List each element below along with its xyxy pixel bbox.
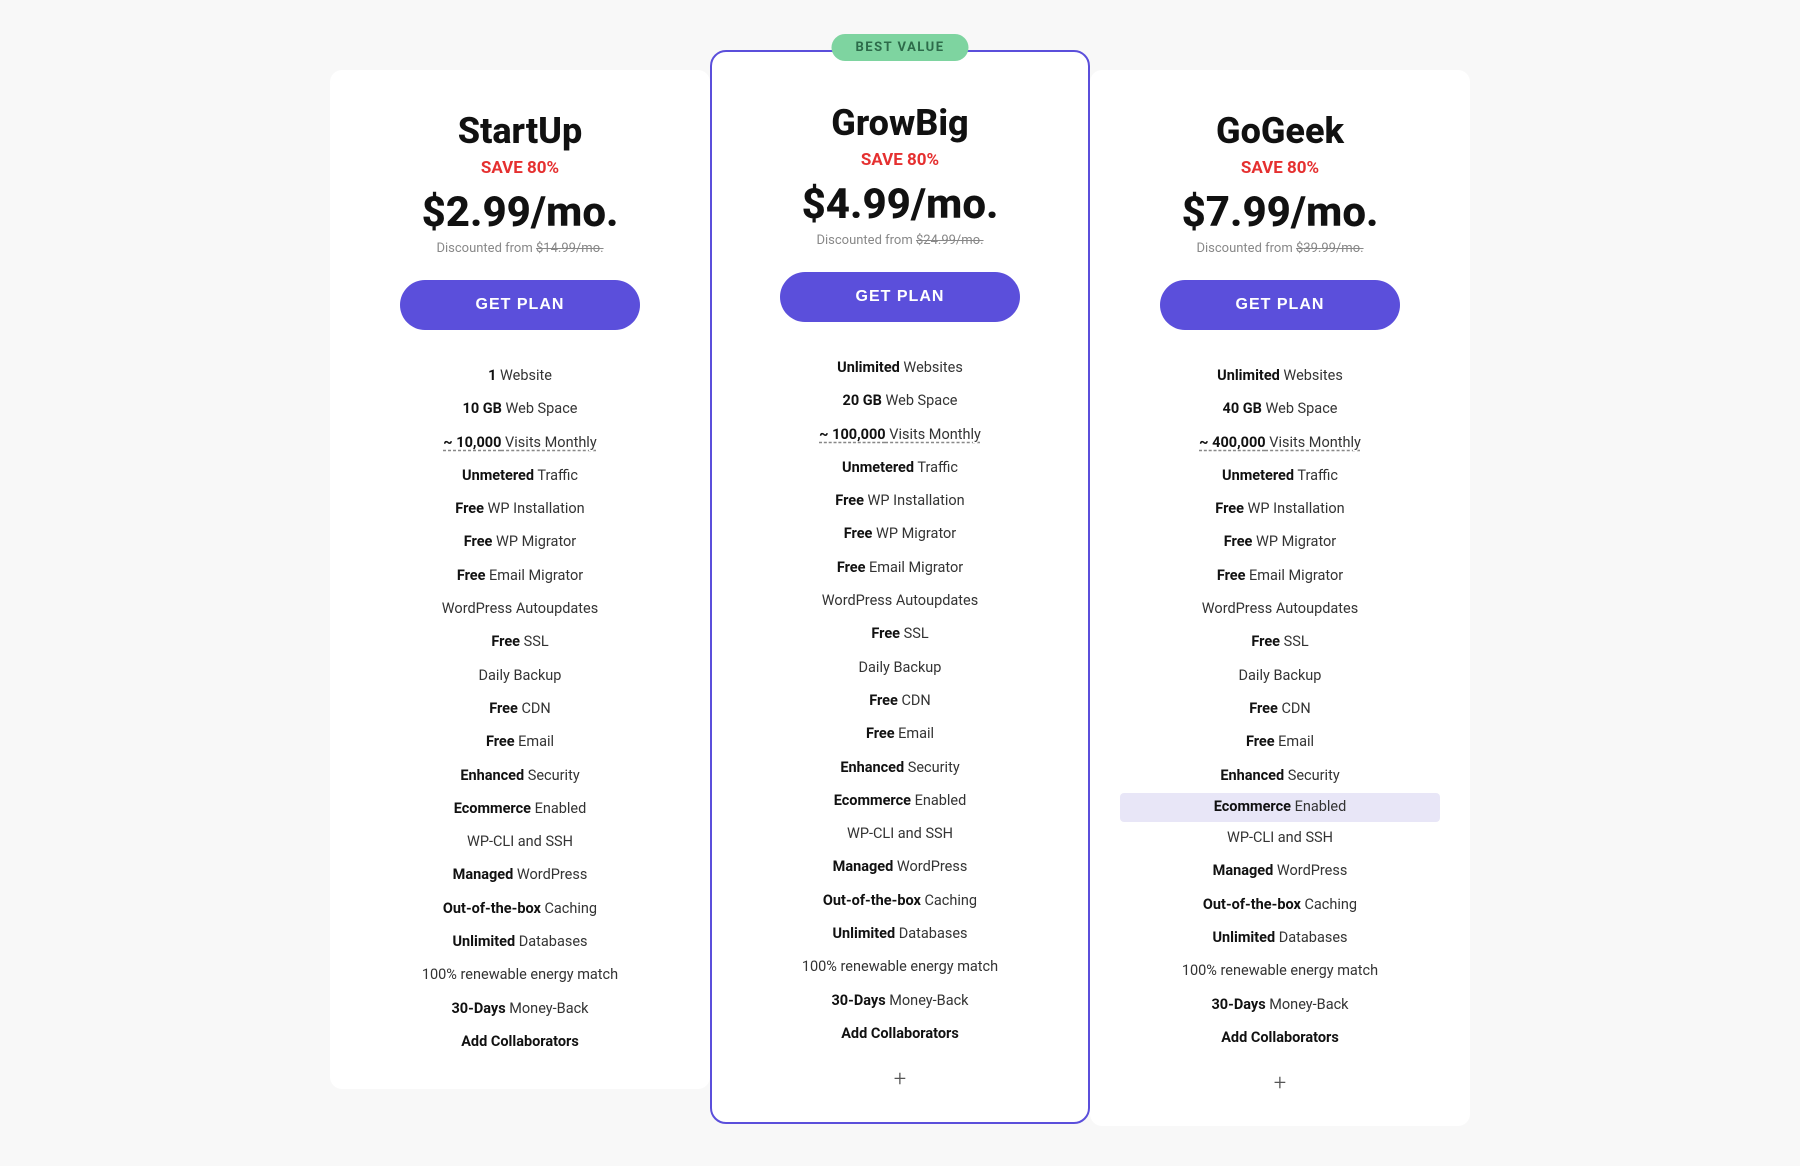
feature-item: Free Email bbox=[360, 726, 680, 759]
feature-item: Free Email bbox=[1120, 726, 1440, 759]
feature-item: Free CDN bbox=[742, 685, 1058, 718]
feature-item: Ecommerce Enabled bbox=[742, 785, 1058, 818]
price-startup: $2.99/mo. bbox=[360, 188, 680, 237]
feature-item: 20 GB Web Space bbox=[742, 385, 1058, 418]
feature-item: 30-Days Money-Back bbox=[742, 985, 1058, 1018]
plan-card-growbig: BEST VALUEGrowBigSAVE 80%$4.99/mo.Discou… bbox=[710, 50, 1090, 1124]
discounted-from-growbig: Discounted from $24.99/mo. bbox=[742, 233, 1058, 248]
feature-item: 40 GB Web Space bbox=[1120, 393, 1440, 426]
feature-item: 30-Days Money-Back bbox=[360, 993, 680, 1026]
feature-item: Managed WordPress bbox=[1120, 855, 1440, 888]
feature-item: WP-CLI and SSH bbox=[742, 818, 1058, 851]
feature-item: Free WP Migrator bbox=[360, 526, 680, 559]
features-list-growbig: Unlimited Websites20 GB Web Space~ 100,0… bbox=[742, 352, 1058, 1051]
plus-icon-gogeek: + bbox=[1120, 1071, 1440, 1096]
feature-item: WP-CLI and SSH bbox=[1120, 822, 1440, 855]
features-list-gogeek: Unlimited Websites40 GB Web Space~ 400,0… bbox=[1120, 360, 1440, 1055]
feature-item: 1 Website bbox=[360, 360, 680, 393]
features-list-startup: 1 Website10 GB Web Space~ 10,000 Visits … bbox=[360, 360, 680, 1059]
feature-item: Unlimited Websites bbox=[742, 352, 1058, 385]
feature-item: Free WP Migrator bbox=[1120, 526, 1440, 559]
feature-item: ~ 10,000 Visits Monthly bbox=[360, 427, 680, 460]
plan-name-gogeek: GoGeek bbox=[1120, 110, 1440, 152]
feature-item: Free SSL bbox=[1120, 626, 1440, 659]
feature-item: Unlimited Databases bbox=[742, 918, 1058, 951]
price-growbig: $4.99/mo. bbox=[742, 180, 1058, 229]
feature-item: Free Email bbox=[742, 718, 1058, 751]
feature-item: Enhanced Security bbox=[1120, 760, 1440, 793]
feature-item: Free Email Migrator bbox=[360, 560, 680, 593]
feature-item: Unlimited Websites bbox=[1120, 360, 1440, 393]
feature-item: Unmetered Traffic bbox=[360, 460, 680, 493]
save-badge-startup: SAVE 80% bbox=[360, 158, 680, 178]
pricing-container: StartUp SAVE 80% $2.99/mo. Discounted from … bbox=[200, 40, 1600, 1126]
feature-item: Out-of-the-box Caching bbox=[742, 885, 1058, 918]
feature-item: Unmetered Traffic bbox=[1120, 460, 1440, 493]
feature-item: Free Email Migrator bbox=[1120, 560, 1440, 593]
feature-item: Free WP Installation bbox=[742, 485, 1058, 518]
feature-item: Free SSL bbox=[742, 618, 1058, 651]
get-plan-button-gogeek[interactable]: GET PLAN bbox=[1160, 280, 1400, 330]
feature-item: Free WP Installation bbox=[1120, 493, 1440, 526]
discounted-from-startup: Discounted from $14.99/mo. bbox=[360, 241, 680, 256]
plus-icon-growbig: + bbox=[742, 1067, 1058, 1092]
feature-item: Add Collaborators bbox=[1120, 1022, 1440, 1055]
feature-item: Free Email Migrator bbox=[742, 552, 1058, 585]
discounted-from-gogeek: Discounted from $39.99/mo. bbox=[1120, 241, 1440, 256]
feature-item: Daily Backup bbox=[742, 652, 1058, 685]
feature-item: Free SSL bbox=[360, 626, 680, 659]
get-plan-button-startup[interactable]: GET PLAN bbox=[400, 280, 640, 330]
save-badge-growbig: SAVE 80% bbox=[742, 150, 1058, 170]
feature-item: Unmetered Traffic bbox=[742, 452, 1058, 485]
feature-item: 100% renewable energy match bbox=[1120, 955, 1440, 988]
plan-card-startup: StartUp SAVE 80% $2.99/mo. Discounted from … bbox=[330, 70, 710, 1089]
plan-name-startup: StartUp bbox=[360, 110, 680, 152]
feature-item: Daily Backup bbox=[360, 660, 680, 693]
feature-item: Free WP Installation bbox=[360, 493, 680, 526]
feature-item: Ecommerce Enabled bbox=[1120, 793, 1440, 822]
feature-item: Free CDN bbox=[360, 693, 680, 726]
feature-item: Free CDN bbox=[1120, 693, 1440, 726]
feature-item: 10 GB Web Space bbox=[360, 393, 680, 426]
feature-item: Add Collaborators bbox=[742, 1018, 1058, 1051]
feature-item: Enhanced Security bbox=[360, 760, 680, 793]
feature-item: Out-of-the-box Caching bbox=[1120, 889, 1440, 922]
feature-item: Out-of-the-box Caching bbox=[360, 893, 680, 926]
feature-item: 30-Days Money-Back bbox=[1120, 989, 1440, 1022]
price-gogeek: $7.99/mo. bbox=[1120, 188, 1440, 237]
feature-item: 100% renewable energy match bbox=[360, 959, 680, 992]
feature-item: Ecommerce Enabled bbox=[360, 793, 680, 826]
save-badge-gogeek: SAVE 80% bbox=[1120, 158, 1440, 178]
plan-card-gogeek: GoGeek SAVE 80% $7.99/mo. Discounted from $… bbox=[1090, 70, 1470, 1126]
get-plan-button-growbig[interactable]: GET PLAN bbox=[780, 272, 1020, 322]
best-value-badge: BEST VALUE bbox=[831, 34, 968, 61]
feature-item: Unlimited Databases bbox=[1120, 922, 1440, 955]
feature-item: ~ 400,000 Visits Monthly bbox=[1120, 427, 1440, 460]
feature-item: ~ 100,000 Visits Monthly bbox=[742, 419, 1058, 452]
feature-item: WordPress Autoupdates bbox=[742, 585, 1058, 618]
plan-name-growbig: GrowBig bbox=[742, 102, 1058, 144]
feature-item: 100% renewable energy match bbox=[742, 951, 1058, 984]
feature-item: WP-CLI and SSH bbox=[360, 826, 680, 859]
feature-item: WordPress Autoupdates bbox=[360, 593, 680, 626]
feature-item: Managed WordPress bbox=[742, 851, 1058, 884]
feature-item: Add Collaborators bbox=[360, 1026, 680, 1059]
feature-item: WordPress Autoupdates bbox=[1120, 593, 1440, 626]
feature-item: Managed WordPress bbox=[360, 859, 680, 892]
feature-item: Enhanced Security bbox=[742, 752, 1058, 785]
feature-item: Free WP Migrator bbox=[742, 518, 1058, 551]
feature-item: Unlimited Databases bbox=[360, 926, 680, 959]
feature-item: Daily Backup bbox=[1120, 660, 1440, 693]
